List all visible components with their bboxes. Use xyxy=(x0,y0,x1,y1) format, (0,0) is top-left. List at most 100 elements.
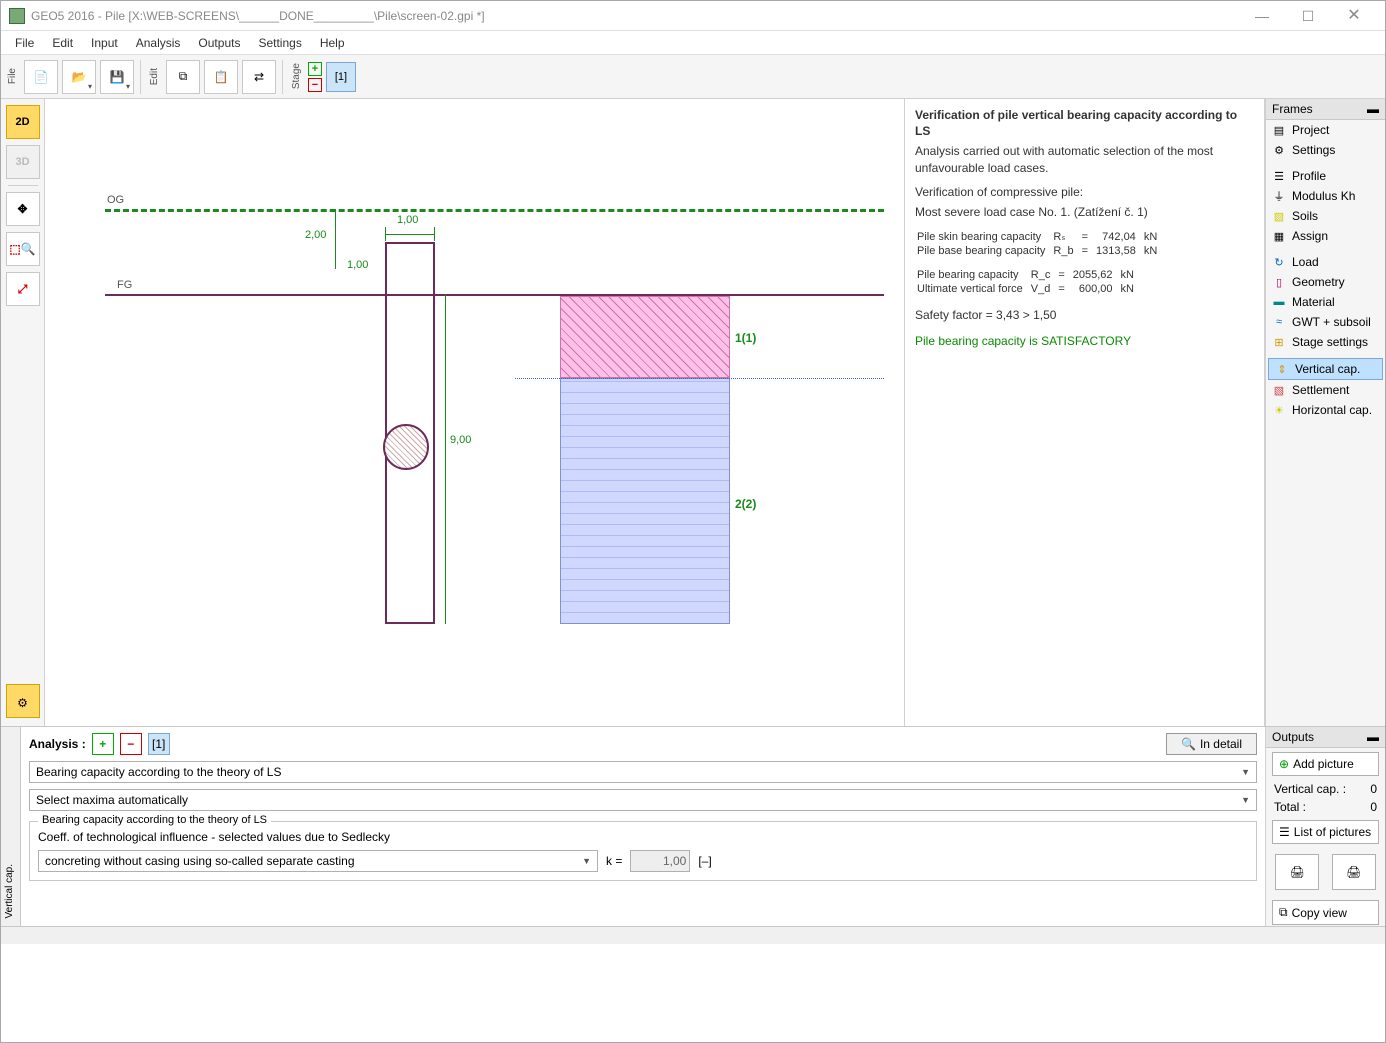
folder-open-icon: 📂 xyxy=(72,70,87,84)
minimize-button[interactable]: — xyxy=(1239,1,1285,31)
report-panel: Verification of pile vertical bearing ca… xyxy=(904,99,1264,726)
analysis-remove-button[interactable]: − xyxy=(120,733,142,755)
open-file-button[interactable]: 📂 xyxy=(62,60,96,94)
collapse-icon[interactable]: ▬ xyxy=(1367,730,1379,744)
main-area: 2D 3D ✥ ⬚🔍 ⤢ ⚙ OG FG 1,00 2,00 1,00 9,00… xyxy=(1,99,1385,726)
hcap-icon: ☀ xyxy=(1272,403,1286,417)
stage-icon: ⊞ xyxy=(1272,335,1286,349)
k-label: k = xyxy=(606,854,622,868)
frame-horizontal-cap[interactable]: ☀Horizontal cap. xyxy=(1266,400,1385,420)
coeff-row: concreting without casing using so-calle… xyxy=(38,850,1248,872)
chevron-down-icon: ▼ xyxy=(582,856,591,866)
coeff-description: Coeff. of technological influence - sele… xyxy=(38,830,1248,844)
paste-button[interactable]: 📋 xyxy=(204,60,238,94)
app-icon xyxy=(9,8,25,24)
report-safety-factor: Safety factor = 3,43 > 1,50 xyxy=(915,307,1254,323)
frame-project[interactable]: ▤Project xyxy=(1266,120,1385,140)
save-icon: 💾 xyxy=(110,70,125,84)
drawing-canvas[interactable]: OG FG 1,00 2,00 1,00 9,00 1(1) 2(2) xyxy=(45,99,904,726)
project-icon: ▤ xyxy=(1272,123,1286,137)
print-picture-button[interactable]: 🖨 xyxy=(1332,854,1376,890)
fg-label: FG xyxy=(117,279,132,291)
frame-vertical-cap[interactable]: ⇕Vertical cap. xyxy=(1268,358,1383,380)
view-settings-button[interactable]: ⚙ xyxy=(6,684,40,718)
gwt-line xyxy=(515,378,884,379)
menu-bar: File Edit Input Analysis Outputs Setting… xyxy=(1,31,1385,55)
frame-modulus-kh[interactable]: ⏚Modulus Kh xyxy=(1266,186,1385,206)
toolbar-group-stage-label: Stage xyxy=(289,61,304,91)
analysis-label: Analysis : xyxy=(29,737,86,751)
toolbar-group-edit-label: Edit xyxy=(147,66,162,87)
settlement-icon: ▧ xyxy=(1272,383,1286,397)
dimension-width-label: 1,00 xyxy=(397,214,418,226)
og-label: OG xyxy=(107,194,124,206)
view-2d-button[interactable]: 2D xyxy=(6,105,40,139)
analysis-add-button[interactable]: + xyxy=(92,733,114,755)
bottom-area: Vertical cap. Analysis : + − [1] 🔍 In de… xyxy=(1,726,1385,926)
frame-settlement[interactable]: ▧Settlement xyxy=(1266,380,1385,400)
analysis-maxima-combo[interactable]: Select maxima automatically▼ xyxy=(29,789,1257,811)
pile-head xyxy=(385,242,435,294)
print-buttons: 🖨 🖨 xyxy=(1266,848,1385,896)
toolbar-group-file-label: File xyxy=(5,66,20,86)
assign-icon: ▦ xyxy=(1272,229,1286,243)
zoom-icon: ⬚🔍 xyxy=(9,242,35,256)
soil-layer-1 xyxy=(560,296,730,378)
analysis-fieldset: Bearing capacity according to the theory… xyxy=(29,821,1257,881)
frame-gwt-subsoil[interactable]: ≈GWT + subsoil xyxy=(1266,312,1385,332)
frame-stage-settings[interactable]: ⊞Stage settings xyxy=(1266,332,1385,352)
document-icon: 📄 xyxy=(34,70,49,84)
frame-settings[interactable]: ⚙Settings xyxy=(1266,140,1385,160)
dimension-width xyxy=(385,227,435,241)
copy-view-button[interactable]: ⧉ Copy view xyxy=(1272,900,1379,925)
menu-input[interactable]: Input xyxy=(83,33,126,53)
frame-load[interactable]: ↻Load xyxy=(1266,252,1385,272)
move-icon: ✥ xyxy=(17,202,27,216)
menu-analysis[interactable]: Analysis xyxy=(128,33,189,53)
window-title: GEO5 2016 - Pile [X:\WEB-SCREENS\______D… xyxy=(31,9,1239,23)
add-picture-icon: ⊕ xyxy=(1279,757,1289,771)
magnifier-icon: 🔍 xyxy=(1181,737,1196,751)
outputs-vcap-count: Vertical cap. :0 xyxy=(1266,780,1385,798)
menu-outputs[interactable]: Outputs xyxy=(190,33,248,53)
list-of-pictures-button[interactable]: ☰ List of pictures xyxy=(1272,820,1379,844)
bottom-vertical-tab[interactable]: Vertical cap. xyxy=(1,727,21,926)
analysis-method-combo[interactable]: Bearing capacity according to the theory… xyxy=(29,761,1257,783)
profile-icon: ☰ xyxy=(1272,169,1286,183)
printer-icon: 🖨 xyxy=(1290,865,1305,879)
view-3d-button[interactable]: 3D xyxy=(6,145,40,179)
new-file-button[interactable]: 📄 xyxy=(24,60,58,94)
stage-remove-button[interactable]: − xyxy=(308,78,322,92)
stage-tab-1[interactable]: [1] xyxy=(326,62,356,92)
analysis-tab-1[interactable]: [1] xyxy=(148,733,170,755)
save-file-button[interactable]: 💾 xyxy=(100,60,134,94)
print-report-button[interactable]: 🖨 xyxy=(1275,854,1319,890)
frames-list: ▤Project ⚙Settings ☰Profile ⏚Modulus Kh … xyxy=(1266,120,1385,726)
add-picture-button[interactable]: ⊕ Add picture xyxy=(1272,752,1379,776)
gwt-icon: ≈ xyxy=(1272,315,1286,329)
frame-profile[interactable]: ☰Profile xyxy=(1266,166,1385,186)
frame-assign[interactable]: ▦Assign xyxy=(1266,226,1385,246)
frame-soils[interactable]: ▨Soils xyxy=(1266,206,1385,226)
zoom-extents-button[interactable]: ⤢ xyxy=(6,272,40,306)
pan-button[interactable]: ✥ xyxy=(6,192,40,226)
menu-file[interactable]: File xyxy=(7,33,42,53)
frame-material[interactable]: ▬Material xyxy=(1266,292,1385,312)
menu-settings[interactable]: Settings xyxy=(250,33,309,53)
frame-geometry[interactable]: ▯Geometry xyxy=(1266,272,1385,292)
close-button[interactable]: ✕ xyxy=(1331,1,1377,31)
fieldset-legend: Bearing capacity according to the theory… xyxy=(38,814,271,826)
zoom-window-button[interactable]: ⬚🔍 xyxy=(6,232,40,266)
dimension-h3 xyxy=(445,294,446,624)
menu-edit[interactable]: Edit xyxy=(44,33,81,53)
menu-help[interactable]: Help xyxy=(312,33,353,53)
technology-combo[interactable]: concreting without casing using so-calle… xyxy=(38,850,598,872)
collapse-icon[interactable]: ▬ xyxy=(1367,102,1379,116)
maximize-button[interactable]: ☐ xyxy=(1285,1,1331,31)
transfer-button[interactable]: ⇄ xyxy=(242,60,276,94)
report-subtitle: Analysis carried out with automatic sele… xyxy=(915,143,1254,175)
outputs-header: Outputs ▬ xyxy=(1266,727,1385,748)
stage-add-button[interactable]: + xyxy=(308,62,322,76)
copy-button[interactable]: ⧉ xyxy=(166,60,200,94)
in-detail-button[interactable]: 🔍 In detail xyxy=(1166,733,1257,755)
